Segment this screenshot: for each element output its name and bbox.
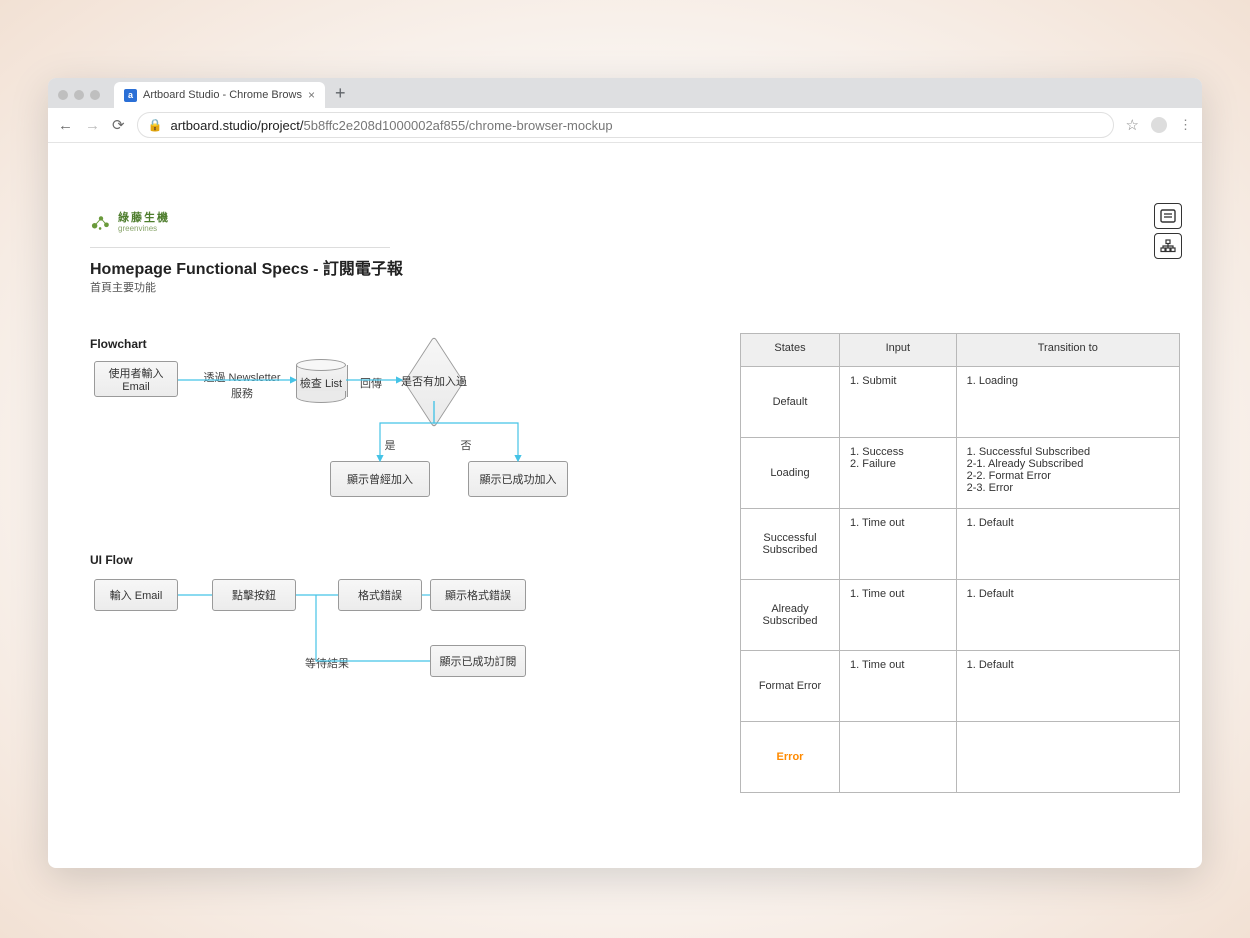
zoom-dot[interactable] <box>90 90 100 100</box>
transition-cell: 1. Default <box>956 651 1179 722</box>
page-content: 綠藤生機 greenvines Homepage Functional Spec… <box>48 143 1202 868</box>
input-cell: 1. Submit <box>840 367 957 438</box>
table-row: Loading1. Success 2. Failure1. Successfu… <box>741 438 1180 509</box>
header-divider <box>90 247 390 248</box>
page-subtitle: 首頁主要功能 <box>90 279 156 295</box>
flow-branch-no: 否 <box>456 437 476 453</box>
table-row: Error <box>741 722 1180 793</box>
url-text: artboard.studio/project/5b8ffc2e208d1000… <box>171 118 613 133</box>
table-row: Already Subscribed1. Time out1. Default <box>741 580 1180 651</box>
browser-tab[interactable]: a Artboard Studio - Chrome Brows × <box>114 82 325 108</box>
address-bar: ← → ⟳ 🔒 artboard.studio/project/5b8ffc2e… <box>48 108 1202 143</box>
section-heading-flowchart: Flowchart <box>90 337 147 351</box>
tab-strip: a Artboard Studio - Chrome Brows × + <box>48 78 1202 108</box>
flow-node-start[interactable]: 使用者輸入 Email <box>94 361 178 397</box>
traffic-lights[interactable] <box>58 90 100 100</box>
input-cell <box>840 722 957 793</box>
profile-avatar[interactable] <box>1151 117 1167 133</box>
uiflow-edge-wait: 等待結果 <box>296 655 358 671</box>
logo-mark-icon <box>90 213 112 233</box>
flow-edge-newsletter: 透過 Newsletter 服務 <box>192 369 292 401</box>
transition-cell <box>956 722 1179 793</box>
url-field[interactable]: 🔒 artboard.studio/project/5b8ffc2e208d10… <box>137 112 1114 138</box>
transition-cell: 1. Default <box>956 580 1179 651</box>
tab-title: Artboard Studio - Chrome Brows <box>143 89 302 101</box>
state-transition-table: States Input Transition to Default1. Sub… <box>740 333 1180 793</box>
transition-cell: 1. Default <box>956 509 1179 580</box>
uiflow-node-formaterror[interactable]: 格式錯誤 <box>338 579 422 611</box>
back-button[interactable]: ← <box>58 117 73 134</box>
state-cell: Loading <box>741 438 840 509</box>
flow-node-success[interactable]: 顯示已成功加入 <box>468 461 568 497</box>
brand-name-en: greenvines <box>118 225 170 233</box>
kebab-menu-icon[interactable]: ⋮ <box>1179 117 1192 133</box>
browser-window: a Artboard Studio - Chrome Brows × + ← →… <box>48 78 1202 868</box>
table-row: Format Error1. Time out1. Default <box>741 651 1180 722</box>
input-cell: 1. Time out <box>840 509 957 580</box>
brand-name-cn: 綠藤生機 <box>118 213 170 225</box>
flow-edge-return: 回傳 <box>354 375 388 391</box>
sitemap-view-button[interactable] <box>1154 233 1182 259</box>
close-dot[interactable] <box>58 90 68 100</box>
input-cell: 1. Time out <box>840 580 957 651</box>
reload-button[interactable]: ⟳ <box>112 116 125 134</box>
flow-node-db-label: 檢查 List <box>296 375 346 391</box>
input-cell: 1. Success 2. Failure <box>840 438 957 509</box>
flow-branch-yes: 是 <box>380 437 400 453</box>
uiflow-node-click[interactable]: 點擊按鈕 <box>212 579 296 611</box>
minimize-dot[interactable] <box>74 90 84 100</box>
flow-node-db[interactable]: 檢查 List <box>296 359 346 403</box>
table-header-transition: Transition to <box>956 334 1179 367</box>
state-cell: Already Subscribed <box>741 580 840 651</box>
view-toggle-group <box>1154 203 1182 263</box>
uiflow-node-show-formaterror[interactable]: 顯示格式錯誤 <box>430 579 526 611</box>
table-row: Successful Subscribed1. Time out1. Defau… <box>741 509 1180 580</box>
table-header-states: States <box>741 334 840 367</box>
state-cell: Successful Subscribed <box>741 509 840 580</box>
table-header-input: Input <box>840 334 957 367</box>
state-cell: Default <box>741 367 840 438</box>
forward-button[interactable]: → <box>85 117 100 134</box>
table-row: Default1. Submit1. Loading <box>741 367 1180 438</box>
state-cell: Format Error <box>741 651 840 722</box>
uiflow-node-input[interactable]: 輸入 Email <box>94 579 178 611</box>
new-tab-button[interactable]: + <box>325 83 356 104</box>
section-heading-uiflow: UI Flow <box>90 553 133 567</box>
input-cell: 1. Time out <box>840 651 957 722</box>
flow-decision-label: 是否有加入過 <box>398 373 470 389</box>
document-view-button[interactable] <box>1154 203 1182 229</box>
lock-icon: 🔒 <box>148 118 163 132</box>
document-view-icon <box>1160 209 1176 223</box>
transition-cell: 1. Successful Subscribed 2-1. Already Su… <box>956 438 1179 509</box>
flow-node-already[interactable]: 顯示曾經加入 <box>330 461 430 497</box>
sitemap-view-icon <box>1160 239 1176 253</box>
bookmark-icon[interactable]: ☆ <box>1126 116 1139 134</box>
close-tab-icon[interactable]: × <box>308 88 315 102</box>
uiflow-node-show-success[interactable]: 顯示已成功訂閱 <box>430 645 526 677</box>
page-title: Homepage Functional Specs - 訂閱電子報 <box>90 255 403 279</box>
state-cell: Error <box>741 722 840 793</box>
favicon-icon: a <box>124 89 137 102</box>
transition-cell: 1. Loading <box>956 367 1179 438</box>
flow-decision[interactable]: 是否有加入過 <box>398 361 470 401</box>
brand-logo: 綠藤生機 greenvines <box>90 213 170 233</box>
